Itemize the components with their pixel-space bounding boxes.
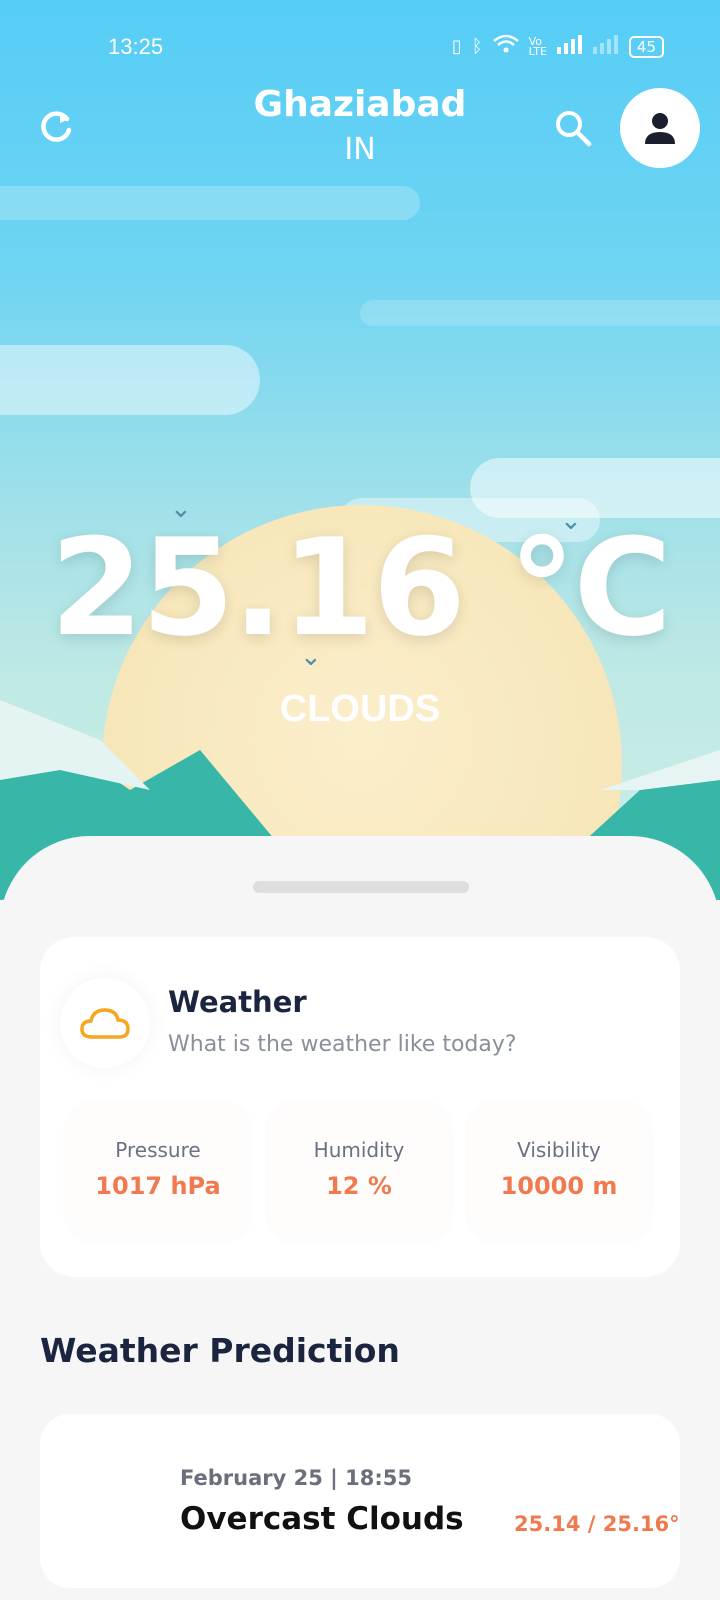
cloud-shape <box>0 186 420 220</box>
current-temperature: 25.16 °C <box>50 510 672 666</box>
prediction-section-title: Weather Prediction <box>40 1331 400 1370</box>
weather-card-subtitle: What is the weather like today? <box>168 1032 517 1057</box>
metric-value: 10000 m <box>500 1172 618 1200</box>
status-time: 13:25 <box>108 34 164 59</box>
metric-pressure: Pressure 1017 hPa <box>67 1104 249 1240</box>
city-name: Ghaziabad <box>253 84 467 125</box>
metric-humidity: Humidity 12 % <box>268 1104 450 1240</box>
battery-indicator: 45 <box>628 35 664 58</box>
prediction-temp-range: 25.14 / 25.16° <box>514 1512 680 1536</box>
metric-label: Humidity <box>313 1138 405 1162</box>
signal-empty-icon <box>592 34 619 59</box>
wifi-icon <box>492 34 519 59</box>
sheet-drag-handle[interactable] <box>253 881 469 893</box>
cloud-icon <box>80 1008 130 1039</box>
metric-label: Pressure <box>115 1138 201 1162</box>
metric-value: 1017 hPa <box>95 1172 221 1200</box>
search-button[interactable] <box>552 107 594 149</box>
search-icon <box>556 111 592 147</box>
status-icons: ▯ ᛒ Vo LTE 45 <box>452 34 664 59</box>
prediction-date: February 25 | 18:55 <box>180 1466 412 1490</box>
metric-visibility: Visibility 10000 m <box>468 1104 650 1240</box>
current-condition: CLOUDS <box>279 688 441 730</box>
weather-card-title: Weather <box>168 985 307 1019</box>
vibrate-icon: ▯ <box>451 36 462 57</box>
cloud-shape <box>360 300 720 326</box>
user-icon <box>645 113 675 144</box>
metric-value: 12 % <box>326 1172 392 1200</box>
bluetooth-icon: ᛒ <box>471 36 483 57</box>
signal-icon <box>556 34 583 59</box>
metric-label: Visibility <box>517 1138 601 1162</box>
prediction-description: Overcast Clouds <box>180 1501 464 1537</box>
weather-badge <box>60 978 150 1068</box>
country-code: IN <box>344 132 376 167</box>
volte-icon: Vo LTE <box>528 34 547 58</box>
status-bar: 13:25 ▯ ᛒ Vo LTE 45 <box>0 0 720 96</box>
profile-button[interactable] <box>620 88 700 168</box>
cloud-shape <box>0 345 260 415</box>
